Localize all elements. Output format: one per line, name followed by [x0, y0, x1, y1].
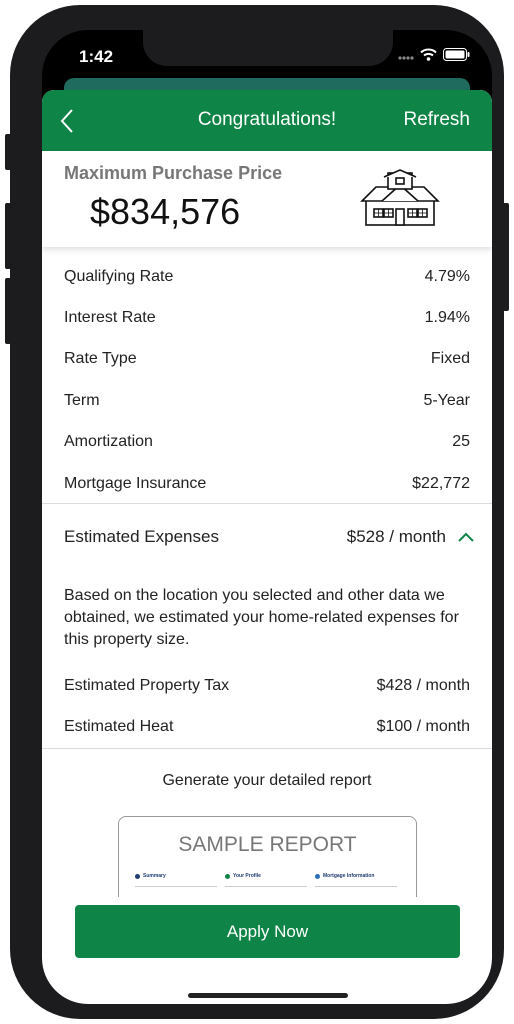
detail-row-interest-rate: Interest Rate 1.94% [64, 309, 470, 327]
status-time: 1:42 [79, 47, 114, 66]
detail-label: Rate Type [64, 350, 137, 367]
detail-value: Fixed [430, 350, 470, 367]
detail-label: Mortgage Insurance [64, 475, 207, 492]
price-card: Maximum Purchase Price $834,576 [42, 151, 492, 247]
detail-row-rate-type: Rate Type Fixed [64, 350, 470, 368]
detail-value: $22,772 [412, 475, 470, 492]
header: Congratulations! Refresh [42, 90, 492, 151]
section-dot-icon [225, 873, 230, 879]
results-sheet: Congratulations! Refresh Maximum Purchas… [42, 90, 492, 1004]
sample-table-line [315, 886, 397, 887]
sample-table-line [225, 886, 307, 887]
divider [42, 503, 492, 504]
price-value: $834,576 [90, 191, 241, 232]
signal-icon [398, 48, 414, 66]
section-dot-icon [315, 873, 320, 879]
status-icons [398, 48, 470, 66]
sample-section-label: Summary [143, 873, 166, 879]
expense-value: $428 / month [376, 677, 470, 694]
apply-now-button[interactable]: Apply Now [75, 905, 460, 958]
sample-section-mortgage: Mortgage Information [315, 873, 374, 879]
battery-icon [443, 48, 470, 66]
expense-label: Estimated Property Tax [64, 677, 230, 694]
sample-table-line [135, 886, 217, 887]
refresh-button[interactable]: Refresh [403, 109, 470, 131]
detail-label: Term [64, 392, 100, 409]
house-icon [360, 169, 440, 226]
detail-label: Amortization [64, 433, 153, 450]
detail-label: Interest Rate [64, 309, 156, 326]
expenses-value: $528 / month [346, 527, 446, 546]
expenses-description: Based on the location you selected and o… [64, 587, 459, 648]
detail-row-amortization: Amortization 25 [64, 433, 470, 451]
sample-section-summary: Summary [135, 873, 166, 879]
detail-value: 4.79% [424, 268, 470, 285]
expense-label: Estimated Heat [64, 718, 174, 735]
detail-row-term: Term 5-Year [64, 392, 470, 410]
home-indicator [188, 993, 348, 998]
sample-section-profile: Your Profile [225, 873, 261, 879]
chevron-up-icon [458, 532, 474, 542]
expense-row-property-tax: Estimated Property Tax $428 / month [64, 677, 470, 695]
sample-section-label: Your Profile [233, 873, 261, 879]
sample-report-preview[interactable]: SAMPLE REPORT Summary Your Profile Mortg… [118, 816, 417, 897]
notch [143, 30, 393, 66]
sample-report-title: SAMPLE REPORT [178, 833, 357, 856]
section-dot-icon [135, 873, 140, 879]
screen: 1:42 Congratulations! Refresh Maximum Pu… [42, 30, 492, 1004]
expense-row-heat: Estimated Heat $100 / month [64, 718, 470, 736]
expenses-label: Estimated Expenses [64, 527, 219, 546]
expense-value: $100 / month [376, 718, 470, 735]
wifi-icon [420, 48, 437, 66]
estimated-expenses-toggle[interactable]: Estimated Expenses $528 / month [64, 527, 474, 547]
divider [42, 748, 492, 749]
detail-value: 25 [452, 433, 470, 450]
detail-row-qualifying-rate: Qualifying Rate 4.79% [64, 268, 470, 286]
phone-frame: 1:42 Congratulations! Refresh Maximum Pu… [10, 5, 504, 1019]
sample-section-label: Mortgage Information [323, 873, 375, 879]
price-label: Maximum Purchase Price [64, 163, 283, 183]
expenses-value-group: $528 / month [347, 527, 474, 547]
detail-label: Qualifying Rate [64, 268, 174, 285]
detail-row-mortgage-insurance: Mortgage Insurance $22,772 [64, 475, 470, 493]
detail-value: 1.94% [424, 309, 470, 326]
report-prompt: Generate your detailed report [162, 772, 372, 789]
detail-value: 5-Year [423, 392, 470, 409]
